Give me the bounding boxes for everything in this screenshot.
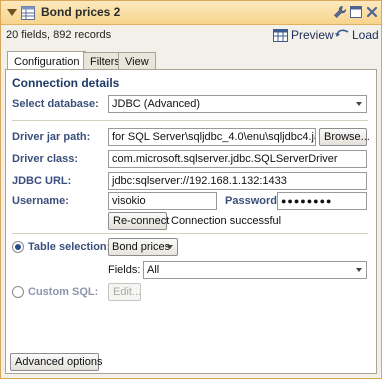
jdbc-url-input[interactable]: jdbc:sqlserver://192.168.1.132:1433 (108, 172, 367, 190)
chevron-down-icon (167, 245, 173, 249)
preview-label: Preview (291, 28, 334, 42)
connection-status: Connection successful (171, 215, 282, 227)
driver-jar-label: Driver jar path: (12, 131, 91, 143)
tab-configuration[interactable]: Configuration (7, 51, 87, 70)
tab-view-sql[interactable]: View SQL (118, 52, 156, 80)
reconnect-button[interactable]: Re-connect (108, 212, 169, 230)
password-label: Password: (225, 195, 281, 207)
database-select[interactable]: JDBC (Advanced) (108, 95, 367, 113)
expand-window-icon[interactable] (349, 5, 363, 19)
database-select-value: JDBC (Advanced) (112, 98, 201, 110)
collapse-arrow-icon[interactable] (7, 9, 17, 16)
driver-class-label: Driver class: (12, 153, 79, 165)
custom-sql-radio[interactable] (12, 286, 24, 298)
table-icon (21, 6, 35, 20)
configuration-panel: Connection details Select database: JDBC… (5, 69, 377, 374)
record-count: 20 fields, 892 records (6, 29, 112, 41)
window-title: Bond prices 2 (41, 5, 121, 19)
advanced-options-button[interactable]: Advanced options (10, 353, 102, 371)
jdbc-url-label: JDBC URL: (12, 175, 72, 187)
fields-label: Fields: (108, 264, 141, 276)
title-bar: Bond prices 2 (1, 1, 381, 25)
chevron-down-icon (356, 102, 362, 106)
driver-jar-input[interactable]: for SQL Server\sqljdbc_4.0\enu\sqljdbc4.… (108, 128, 316, 146)
divider (12, 233, 368, 234)
load-label: Load (352, 28, 379, 42)
divider (12, 120, 368, 121)
table-selection-radio[interactable] (12, 241, 24, 253)
browse-button[interactable]: Browse... (319, 128, 370, 146)
edit-sql-button[interactable]: Edit... (108, 283, 141, 301)
load-arrow-icon (335, 29, 349, 37)
info-bar: 20 fields, 892 records Preview Load (1, 25, 381, 47)
driver-class-input[interactable]: com.microsoft.sqlserver.jdbc.SQLServerDr… (108, 150, 367, 168)
bond-prices-panel: Bond prices 2 20 fields, 892 records Pre… (0, 0, 382, 379)
username-input[interactable]: visokio (108, 192, 217, 210)
select-database-label: Select database: (12, 98, 99, 110)
username-label: Username: (12, 195, 69, 207)
load-button[interactable]: Load (335, 28, 379, 42)
table-select-value: Bond prices (112, 241, 171, 253)
fields-select[interactable]: All (143, 261, 367, 279)
preview-button[interactable]: Preview (273, 28, 334, 42)
fields-select-value: All (147, 264, 160, 276)
close-icon[interactable] (365, 5, 379, 19)
password-input[interactable]: ●●●●●●●● (277, 192, 367, 210)
table-preview-icon (273, 28, 288, 42)
custom-sql-label[interactable]: Custom SQL: (28, 286, 98, 298)
chevron-down-icon (356, 268, 362, 272)
table-select[interactable]: Bond prices (108, 238, 178, 256)
connection-details-title: Connection details (12, 76, 120, 90)
wrench-icon[interactable] (333, 5, 347, 19)
table-selection-label[interactable]: Table selection: (28, 241, 110, 253)
